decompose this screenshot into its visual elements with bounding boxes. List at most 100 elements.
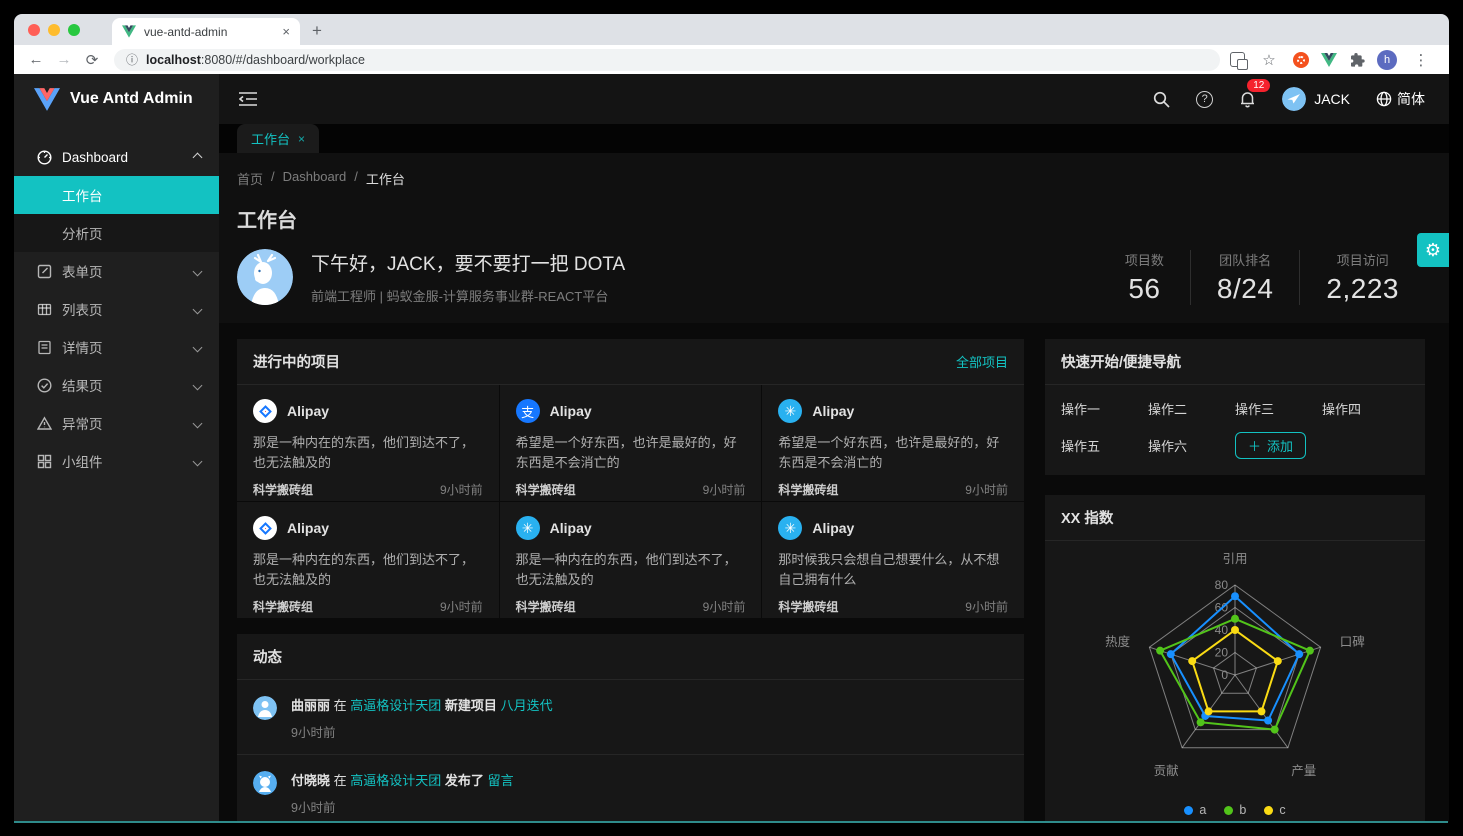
app-root: Vue Antd Admin ? 12 xyxy=(14,74,1449,822)
project-card[interactable]: ✳ Alipay 那是一种内在的东西，他们到达不了，也无法触及的 科学搬砖组 9… xyxy=(500,502,762,618)
activity-item: 付晓晓 在 高逼格设计天团 发布了 留言 9小时前 xyxy=(237,754,1024,822)
all-projects-link[interactable]: 全部项目 xyxy=(956,352,1008,371)
legend-item[interactable]: a xyxy=(1184,803,1206,817)
project-group-link[interactable]: 科学搬砖组 xyxy=(778,481,838,498)
sidebar-item-exception[interactable]: 异常页 xyxy=(14,404,219,442)
antcloud-logo-icon: ✳ xyxy=(516,516,540,540)
breadcrumb: 首页 / Dashboard / 工作台 xyxy=(237,169,1425,188)
project-card[interactable]: Alipay 那是一种内在的东西，他们到达不了，也无法触及的 科学搬砖组 9小时… xyxy=(237,385,499,501)
search-icon[interactable] xyxy=(1153,91,1170,108)
stat-label: 项目数 xyxy=(1125,250,1164,269)
activity-target-link[interactable]: 八月迭代 xyxy=(501,698,553,713)
project-card[interactable]: 支 Alipay 希望是一个好东西，也许是最好的，好东西是不会消亡的 科学搬砖组… xyxy=(500,385,762,501)
new-tab-button[interactable]: + xyxy=(300,21,336,45)
quicknav-link[interactable]: 操作五 xyxy=(1061,436,1148,455)
sidebar-item-result[interactable]: 结果页 xyxy=(14,366,219,404)
breadcrumb-home[interactable]: 首页 xyxy=(237,169,263,188)
quicknav-link[interactable]: 操作四 xyxy=(1322,399,1409,418)
project-group-link[interactable]: 科学搬砖组 xyxy=(253,481,313,498)
profile-icon xyxy=(36,340,52,355)
sidebar-item-analysis[interactable]: 分析页 xyxy=(14,214,219,252)
quicknav-link[interactable]: 操作二 xyxy=(1148,399,1235,418)
legend-item[interactable]: c xyxy=(1264,803,1285,817)
close-window-button[interactable] xyxy=(28,24,40,36)
legend-label: a xyxy=(1199,803,1206,817)
vue-devtools-icon[interactable] xyxy=(1321,53,1337,67)
maximize-window-button[interactable] xyxy=(68,24,80,36)
page-tab-workplace[interactable]: 工作台 × xyxy=(237,124,319,153)
breadcrumb-separator: / xyxy=(354,169,358,188)
project-group-link[interactable]: 科学搬砖组 xyxy=(516,598,576,615)
quicknav-link[interactable]: 操作三 xyxy=(1235,399,1322,418)
project-group-link[interactable]: 科学搬砖组 xyxy=(778,598,838,615)
quicknav-link[interactable]: 操作一 xyxy=(1061,399,1148,418)
activity-user[interactable]: 付晓晓 xyxy=(291,773,330,788)
chart-legend[interactable]: a b c xyxy=(1184,803,1285,817)
project-title[interactable]: Alipay xyxy=(287,520,329,536)
url-text[interactable]: localhost:8080/#/dashboard/workplace xyxy=(146,53,365,67)
project-title[interactable]: Alipay xyxy=(550,520,592,536)
reload-icon[interactable]: ⟳ xyxy=(80,51,104,69)
project-title[interactable]: Alipay xyxy=(287,403,329,419)
project-card[interactable]: ✳ Alipay 那时候我只会想自己想要什么，从不想自己拥有什么 科学搬砖组 9… xyxy=(762,502,1024,618)
breadcrumb-dashboard[interactable]: Dashboard xyxy=(283,169,347,188)
sidebar-item-label: 小组件 xyxy=(62,451,103,471)
project-group-link[interactable]: 科学搬砖组 xyxy=(253,598,313,615)
browser-tab[interactable]: vue-antd-admin × xyxy=(112,18,300,45)
sidebar-item-detail[interactable]: 详情页 xyxy=(14,328,219,366)
project-title[interactable]: Alipay xyxy=(812,403,854,419)
projects-card-title: 进行中的项目 xyxy=(253,351,340,372)
minimize-window-button[interactable] xyxy=(48,24,60,36)
project-card[interactable]: ✳ Alipay 希望是一个好东西，也许是最好的，好东西是不会消亡的 科学搬砖组… xyxy=(762,385,1024,501)
extension-orange-icon[interactable] xyxy=(1293,52,1309,68)
user-menu[interactable]: JACK xyxy=(1282,87,1350,111)
url-host: localhost xyxy=(146,53,201,67)
project-desc: 希望是一个好东西，也许是最好的，好东西是不会消亡的 xyxy=(778,433,1008,473)
address-bar[interactable]: ⓘ localhost:8080/#/dashboard/workplace xyxy=(114,49,1220,71)
projects-card: 进行中的项目 全部项目 Alipay 那是一种内在的东西，他们到达不了，也无法触… xyxy=(237,339,1024,618)
project-card[interactable]: Alipay 那是一种内在的东西，他们到达不了，也无法触及的 科学搬砖组 9小时… xyxy=(237,502,499,618)
sidebar-item-dashboard[interactable]: Dashboard xyxy=(14,138,219,176)
app-logo[interactable]: Vue Antd Admin xyxy=(14,74,219,124)
site-info-icon[interactable]: ⓘ xyxy=(126,51,138,68)
legend-item[interactable]: b xyxy=(1224,803,1246,817)
antd-logo-icon xyxy=(253,516,277,540)
projects-grid: Alipay 那是一种内在的东西，他们到达不了，也无法触及的 科学搬砖组 9小时… xyxy=(237,385,1024,618)
quicknav-card: 快速开始/便捷导航 操作一 操作二 操作三 操作四 操作五 操作六 ＋ xyxy=(1045,339,1425,475)
forward-icon[interactable]: → xyxy=(52,51,76,68)
puzzle-extensions-icon[interactable] xyxy=(1349,52,1365,68)
browser-menu-icon[interactable]: ⋮ xyxy=(1409,51,1433,69)
add-button[interactable]: ＋ 添加 xyxy=(1235,432,1306,459)
sidebar-item-form[interactable]: 表单页 xyxy=(14,252,219,290)
project-title[interactable]: Alipay xyxy=(812,520,854,536)
sidebar-item-widgets[interactable]: 小组件 xyxy=(14,442,219,480)
chevron-down-icon xyxy=(193,342,203,352)
activity-group-link[interactable]: 高逼格设计天团 xyxy=(350,773,441,788)
bookmark-star-icon[interactable]: ☆ xyxy=(1257,51,1281,69)
translate-icon[interactable] xyxy=(1230,52,1245,67)
activity-target-link[interactable]: 留言 xyxy=(488,773,514,788)
help-icon[interactable]: ? xyxy=(1196,91,1213,108)
stat-value: 56 xyxy=(1125,273,1164,305)
browser-profile-avatar[interactable]: h xyxy=(1377,50,1397,70)
project-group-link[interactable]: 科学搬砖组 xyxy=(516,481,576,498)
notifications-bell-icon[interactable]: 12 xyxy=(1239,90,1256,108)
tab-close-icon[interactable]: × xyxy=(298,132,305,146)
browser-tabstrip: vue-antd-admin × + xyxy=(14,14,1449,45)
activity-user[interactable]: 曲丽丽 xyxy=(291,698,330,713)
tab-close-icon[interactable]: × xyxy=(282,24,290,39)
browser-urlbar: ← → ⟳ ⓘ localhost:8080/#/dashboard/workp… xyxy=(14,45,1449,74)
sidebar-collapse-button[interactable] xyxy=(219,74,277,124)
theme-settings-button[interactable]: ⚙ xyxy=(1417,233,1449,267)
legend-dot xyxy=(1264,806,1273,815)
sidebar-item-workplace[interactable]: 工作台 xyxy=(14,176,219,214)
language-switcher[interactable]: 简体 xyxy=(1376,89,1425,109)
radar-chart: 020406080引用口碑产量贡献热度 xyxy=(1045,547,1425,797)
back-icon[interactable]: ← xyxy=(24,51,48,68)
sidebar-item-list[interactable]: 列表页 xyxy=(14,290,219,328)
app-title: Vue Antd Admin xyxy=(70,90,193,108)
quicknav-link[interactable]: 操作六 xyxy=(1148,436,1235,455)
project-title[interactable]: Alipay xyxy=(550,403,592,419)
activity-group-link[interactable]: 高逼格设计天团 xyxy=(350,698,441,713)
project-time: 9小时前 xyxy=(703,481,746,498)
